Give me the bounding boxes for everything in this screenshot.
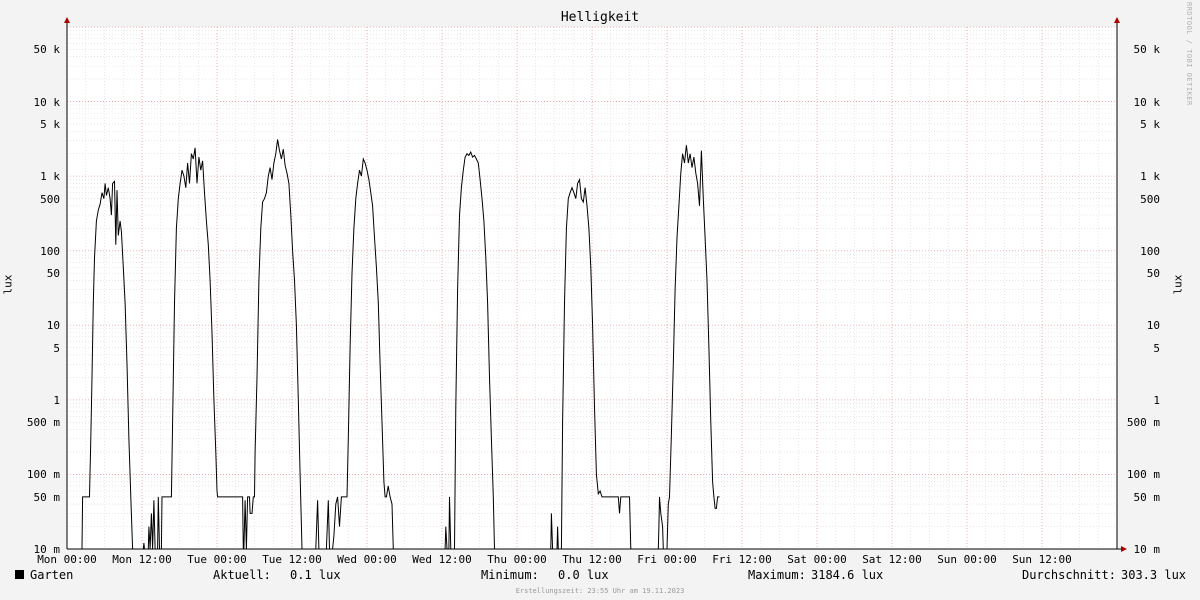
y-axis-label-right-text: lux bbox=[1171, 274, 1185, 295]
x-tick-label: Fri 00:00 bbox=[637, 553, 697, 566]
y-tick-label-right: 1 bbox=[1153, 393, 1160, 407]
y-tick-label-left: 10 k bbox=[33, 95, 61, 109]
y-tick-label-right: 5 k bbox=[1140, 118, 1160, 132]
y-tick-label-left: 100 bbox=[40, 244, 60, 258]
x-tick-label: Sat 00:00 bbox=[787, 553, 847, 566]
y-tick-label-right: 10 m bbox=[1133, 543, 1161, 556]
y-tick-label-right: 1 k bbox=[1140, 170, 1160, 184]
y-tick-label-left: 500 bbox=[40, 192, 60, 206]
x-tick-label: Sat 12:00 bbox=[862, 553, 922, 566]
y-tick-label-left: 50 m bbox=[33, 490, 61, 504]
x-tick-label: Tue 12:00 bbox=[262, 553, 322, 566]
x-tick-label: Sun 12:00 bbox=[1012, 553, 1072, 566]
y-tick-label-right: 50 bbox=[1146, 267, 1160, 281]
rrd-graph: Helligkeit lux lux RRDTOOL / TOBI OETIKE… bbox=[0, 0, 1200, 600]
y-tick-label-left: 5 k bbox=[40, 118, 60, 132]
y-tick-label-left: 1 k bbox=[40, 170, 60, 184]
y-tick-label-left: 5 bbox=[53, 341, 60, 355]
watermark: RRDTOOL / TOBI OETIKER bbox=[1181, 2, 1195, 164]
legend-current-label: Aktuell: bbox=[213, 568, 271, 582]
x-tick-label: Thu 00:00 bbox=[487, 553, 547, 566]
x-tick-label: Thu 12:00 bbox=[562, 553, 622, 566]
y-tick-label-right: 5 bbox=[1153, 341, 1160, 355]
legend-avg-label: Durchschnitt: bbox=[1022, 568, 1116, 582]
legend-min-value: 0.0 lux bbox=[558, 568, 609, 582]
y-tick-label-left: 500 m bbox=[26, 416, 60, 430]
y-tick-label-right: 100 bbox=[1140, 244, 1160, 258]
y-tick-label-right: 50 k bbox=[1133, 43, 1161, 57]
chart-title: Helligkeit bbox=[560, 10, 640, 25]
legend-max-value: 3184.6 lux bbox=[811, 568, 884, 582]
y-tick-label-left: 10 bbox=[46, 319, 60, 333]
x-tick-label: Tue 00:00 bbox=[187, 553, 247, 566]
legend-avg-value: 303.3 lux bbox=[1121, 568, 1187, 582]
x-tick-label: Mon 12:00 bbox=[112, 553, 172, 566]
creation-time: Erstellungszeit: 23:55 Uhr am 19.11.2023 bbox=[515, 587, 685, 595]
y-tick-label-right: 100 m bbox=[1126, 468, 1160, 482]
y-tick-label-right: 10 k bbox=[1133, 95, 1161, 109]
x-tick-label: Fri 12:00 bbox=[712, 553, 772, 566]
y-tick-label-right: 500 m bbox=[1126, 416, 1160, 430]
y-tick-label-left: 50 bbox=[46, 267, 60, 281]
y-tick-label-left: 50 k bbox=[33, 43, 61, 57]
x-tick-label: Wed 00:00 bbox=[337, 553, 397, 566]
legend-series-name: Garten bbox=[30, 568, 74, 582]
chart-svg bbox=[64, 17, 1127, 552]
legend-current-value: 0.1 lux bbox=[290, 568, 341, 582]
y-tick-label-right: 50 m bbox=[1133, 490, 1161, 504]
y-tick-label-right: 500 bbox=[1140, 192, 1160, 206]
x-tick-label: Sun 00:00 bbox=[937, 553, 997, 566]
legend-min-label: Minimum: bbox=[481, 568, 539, 582]
y-axis-label-right: lux bbox=[1171, 270, 1190, 300]
y-tick-label-right: 10 bbox=[1146, 319, 1160, 333]
legend-max-label: Maximum: bbox=[748, 568, 806, 582]
watermark-text: RRDTOOL / TOBI OETIKER bbox=[1185, 2, 1193, 106]
x-tick-label: Wed 12:00 bbox=[412, 553, 472, 566]
y-tick-label-left: 1 bbox=[53, 393, 60, 407]
legend-swatch bbox=[15, 570, 24, 579]
y-tick-label-left: 100 m bbox=[26, 468, 60, 482]
x-tick-label: Mon 00:00 bbox=[37, 553, 97, 566]
